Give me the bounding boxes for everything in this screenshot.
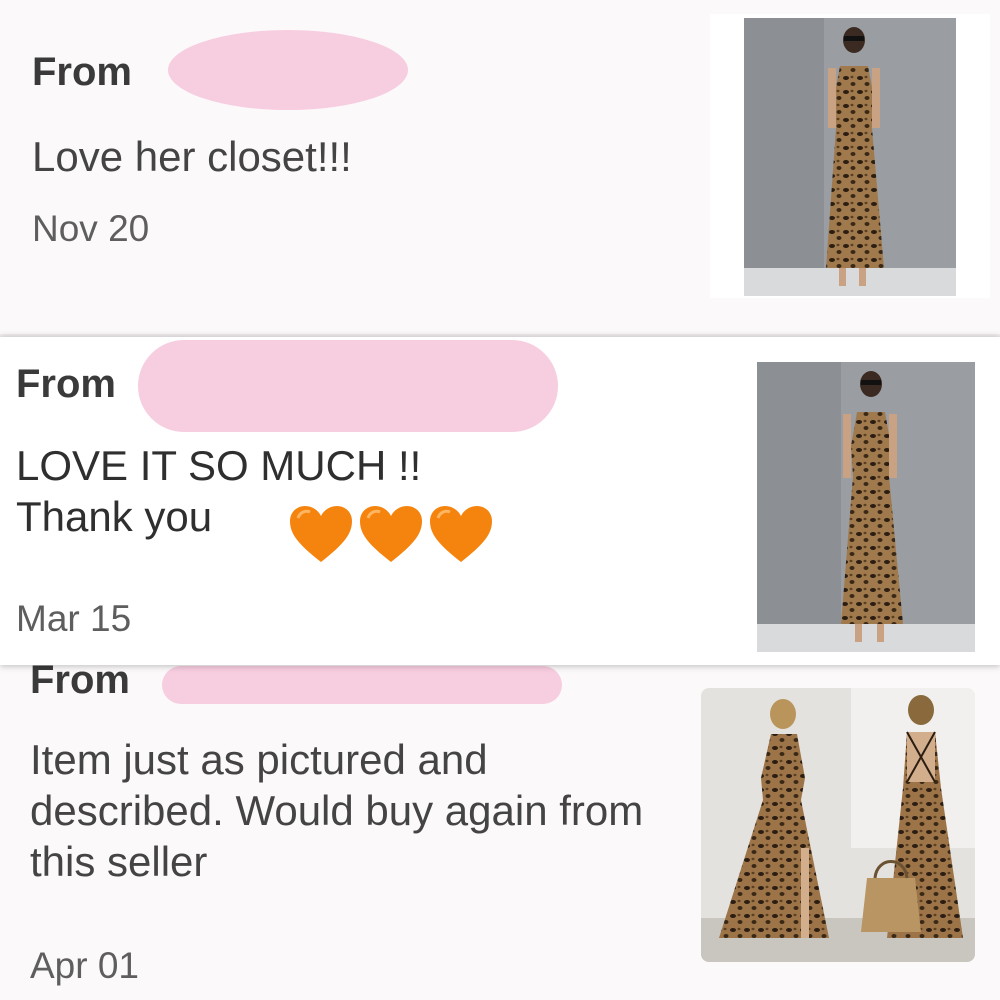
review-date: Apr 01	[30, 945, 140, 986]
review-date: Mar 15	[16, 598, 132, 639]
redacted-username	[168, 30, 408, 110]
review-from-label: From	[16, 362, 116, 406]
redacted-username	[162, 666, 562, 704]
orange-heart-icon	[430, 506, 492, 562]
review-date: Nov 20	[32, 208, 150, 249]
review-from-label: From	[32, 50, 132, 94]
review-photo[interactable]	[701, 688, 975, 962]
emoji-row	[288, 504, 494, 564]
review-photo[interactable]	[744, 18, 956, 296]
redacted-username	[138, 340, 558, 432]
review-photo[interactable]	[757, 362, 975, 652]
orange-heart-icon	[290, 506, 352, 562]
review-message: Love her closet!!!	[32, 133, 352, 180]
review-message: Item just as pictured and described. Wou…	[30, 736, 644, 886]
orange-heart-icon	[360, 506, 422, 562]
